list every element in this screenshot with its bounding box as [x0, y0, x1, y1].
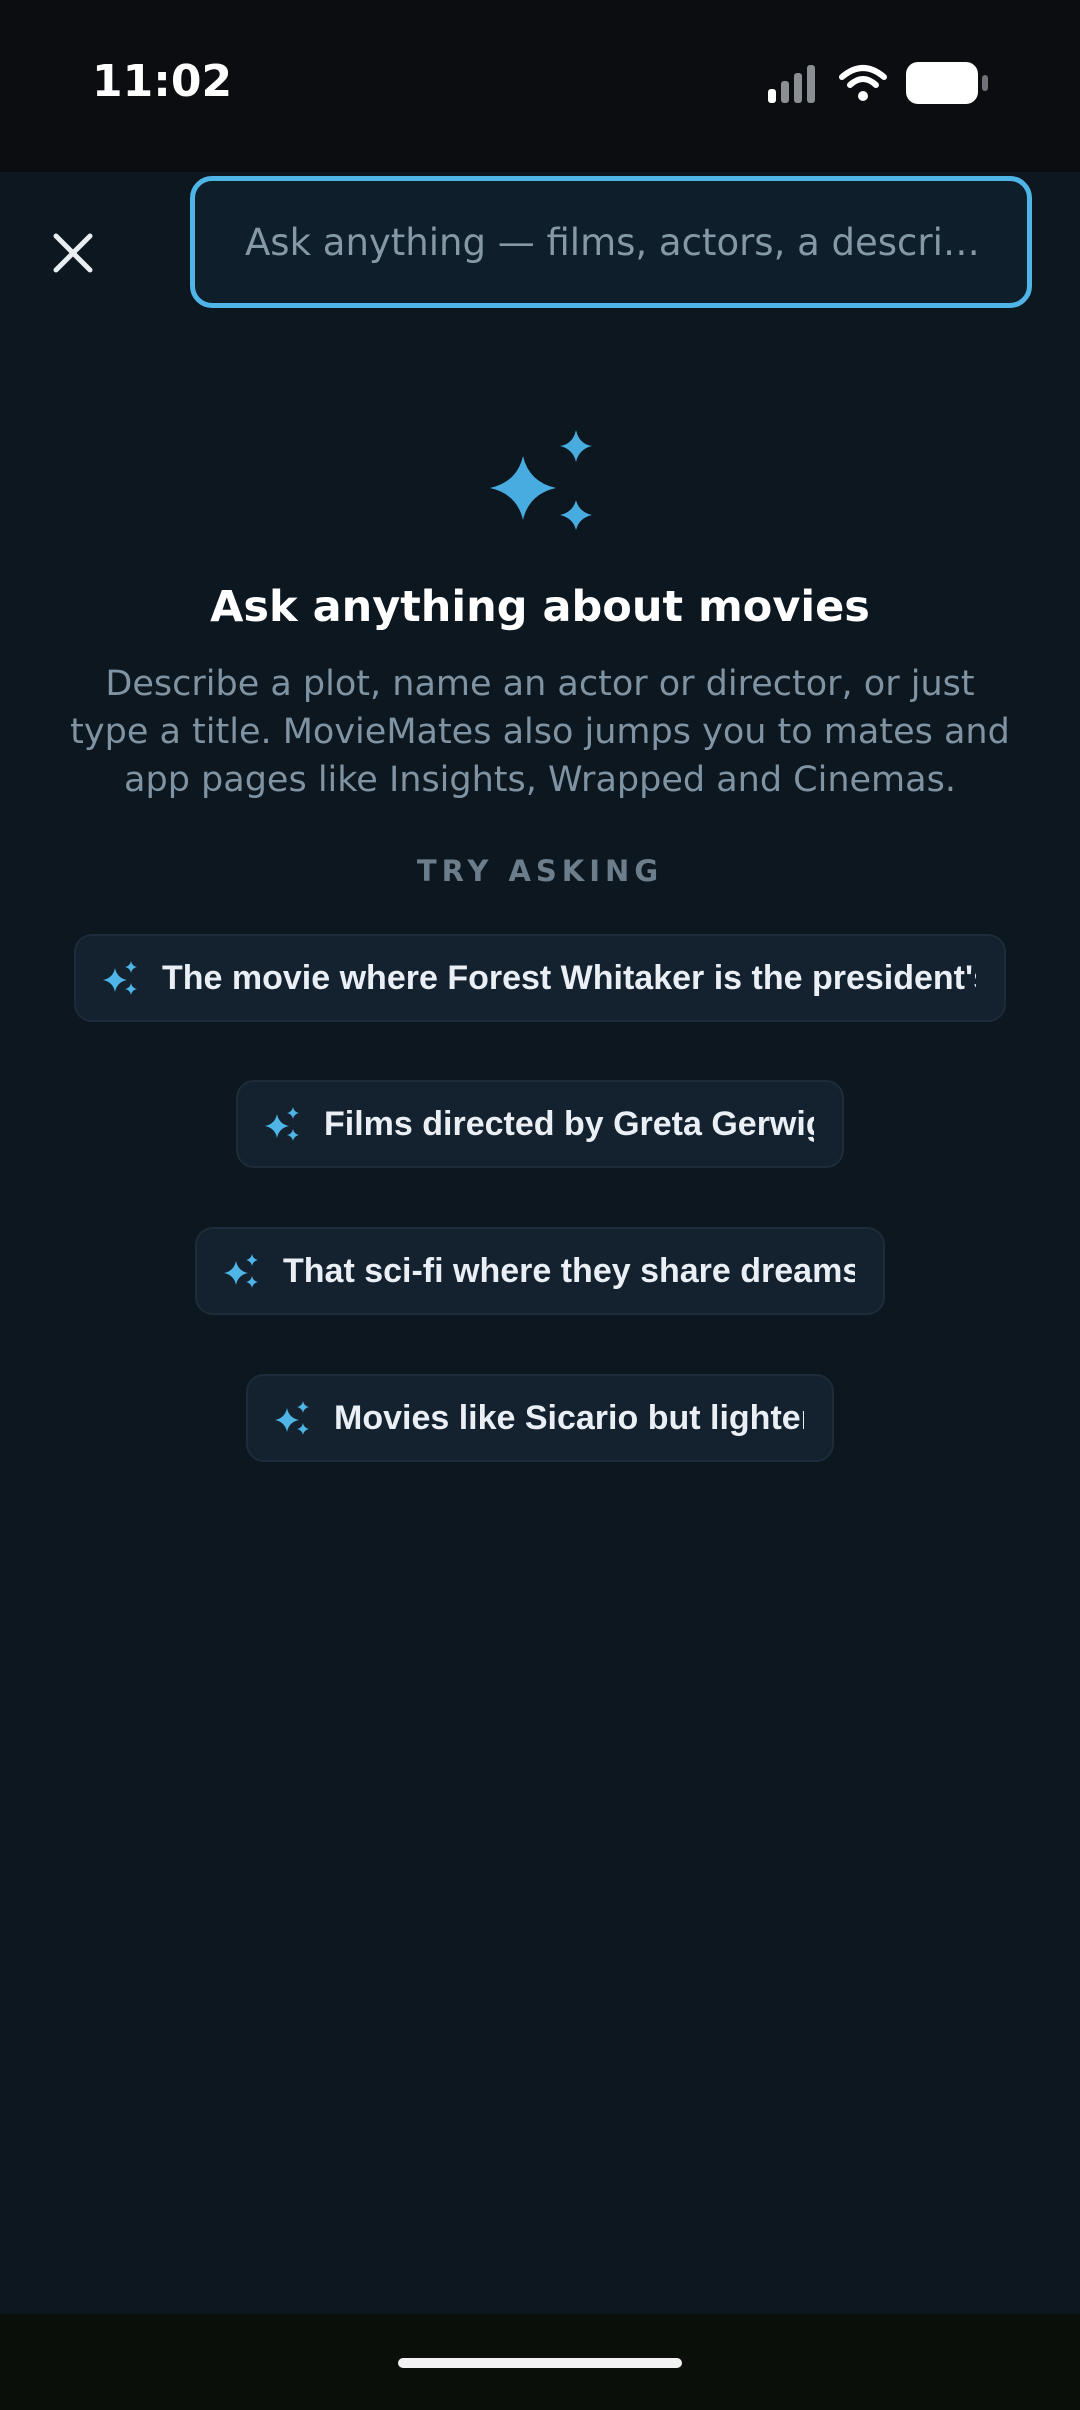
search-input[interactable]	[243, 219, 979, 265]
home-indicator[interactable]	[398, 2358, 682, 2368]
sparkle-icon	[265, 1107, 299, 1141]
suggestion-chip[interactable]: Movies like Sicario but lighter	[246, 1374, 834, 1462]
empty-state-description: Describe a plot, name an actor or direct…	[70, 664, 1010, 800]
suggestion-chip[interactable]: Films directed by Greta Gerwig	[236, 1080, 844, 1168]
suggestion-text: Films directed by Greta Gerwig	[324, 1104, 814, 1143]
search-field[interactable]	[190, 176, 1032, 308]
wifi-icon	[839, 65, 887, 101]
close-button[interactable]	[42, 222, 104, 284]
suggestion-chip[interactable]: That sci-fi where they share dreams	[195, 1227, 885, 1315]
status-icons	[768, 62, 990, 104]
sparkles-icon	[490, 430, 592, 530]
sparkle-icon	[224, 1254, 258, 1288]
battery-icon	[906, 62, 988, 104]
try-asking-label: TRY ASKING	[416, 854, 664, 888]
status-time: 11:02	[92, 56, 233, 107]
close-icon	[53, 233, 93, 273]
suggestion-text: That sci-fi where they share dreams	[283, 1251, 855, 1290]
signal-icon	[768, 65, 815, 103]
status-bar: 11:02	[0, 0, 1080, 172]
suggestion-text: The movie where Forest Whitaker is the p…	[162, 958, 976, 997]
empty-state-heading: Ask anything about movies	[210, 582, 870, 632]
sparkle-icon	[275, 1401, 309, 1435]
suggestion-text: Movies like Sicario but lighter	[334, 1398, 804, 1437]
navigation-bar	[0, 2314, 1080, 2410]
suggestion-chip[interactable]: The movie where Forest Whitaker is the p…	[74, 934, 1006, 1022]
search-screen: Ask anything about movies Describe a plo…	[0, 172, 1080, 2314]
sparkle-icon	[103, 961, 137, 995]
